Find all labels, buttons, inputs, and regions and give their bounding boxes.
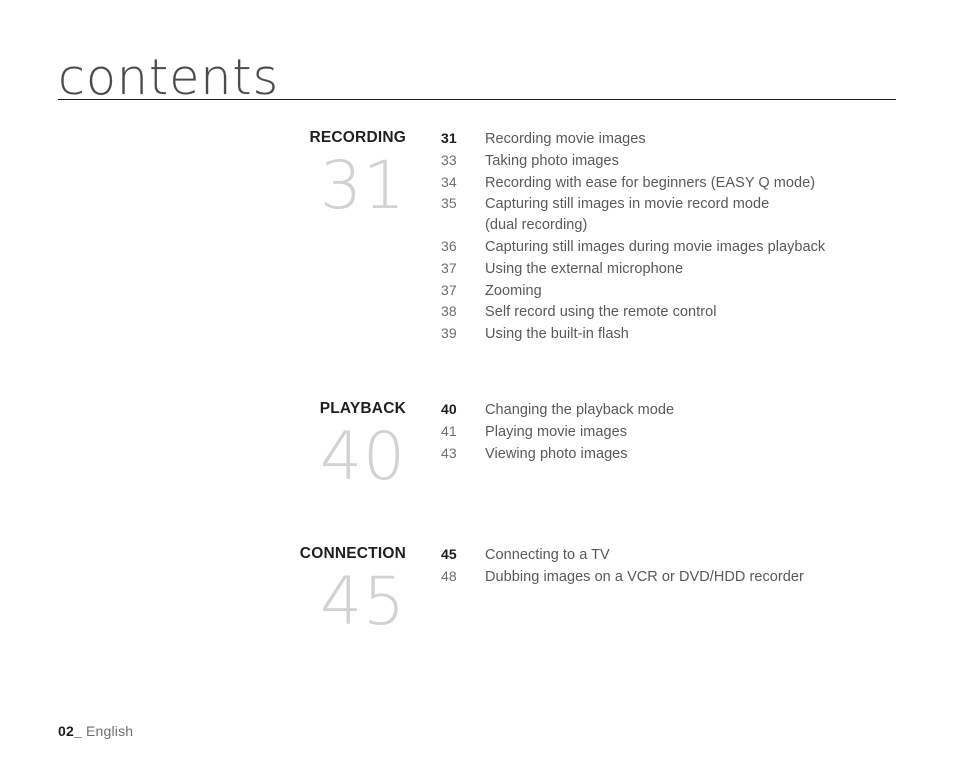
section-header-playback: PLAYBACK 40 [0,399,406,494]
section-header-recording: RECORDING 31 [0,128,406,223]
toc-entry-label: (dual recording) [485,217,588,234]
table-of-contents: RECORDING 31 31 Recording movie images 3… [0,128,954,639]
toc-entry-page: 48 [441,567,457,584]
toc-entry-label: Capturing still images in movie record m… [485,196,770,213]
section-big-page-number: 45 [320,562,406,640]
toc-entry-label: Using the built-in flash [485,326,629,343]
toc-entry-page: 37 [441,259,457,276]
toc-entry-list-playback: 40 Changing the playback mode 41 Playing… [406,399,954,464]
toc-entry-page: 38 [441,303,457,320]
toc-entry-list-recording: 31 Recording movie images 33 Taking phot… [406,128,954,345]
page-footer: 02_ English [58,722,133,740]
footer-page-number: 02_ [58,723,82,739]
toc-entry-continuation: (dual recording) [441,215,954,236]
heading-divider [58,99,896,100]
toc-entry[interactable]: 37 Using the external microphone [441,258,954,280]
toc-entry-label: Zooming [485,282,542,299]
toc-entry-page: 39 [441,325,457,342]
toc-entry-page: 31 [441,130,457,146]
toc-entry-page: 34 [441,173,457,190]
toc-entry[interactable]: 31 Recording movie images [441,128,954,150]
toc-entry-page: 36 [441,237,457,254]
toc-entry[interactable]: 48 Dubbing images on a VCR or DVD/HDD re… [441,566,954,588]
toc-entry[interactable]: 37 Zooming [441,280,954,302]
toc-entry-label: Recording movie images [485,131,646,147]
section-big-page-number: 40 [320,417,406,495]
toc-entry-label: Changing the playback mode [485,401,675,418]
toc-entry-label: Self record using the remote control [485,304,717,321]
section-title: PLAYBACK [319,399,406,417]
section-title: RECORDING [309,129,406,146]
toc-entry-page: 40 [441,400,457,417]
toc-entry-label: Using the external microphone [485,260,684,277]
footer-language-label: English [85,723,134,739]
toc-entry-label: Connecting to a TV [485,546,610,563]
section-header-connection: CONNECTION 45 [0,544,406,639]
toc-entry[interactable]: 41 Playing movie images [441,421,954,443]
toc-entry-label: Capturing still images during movie imag… [485,238,826,255]
toc-section-connection: CONNECTION 45 45 Connecting to a TV 48 D… [0,544,954,639]
toc-entry-label: Taking photo images [485,152,619,169]
toc-entry-page: 33 [441,151,457,168]
section-big-page-number: 31 [320,147,406,224]
toc-entry-page: 37 [441,281,457,298]
toc-entry[interactable]: 33 Taking photo images [441,150,954,172]
toc-entry[interactable]: 39 Using the built-in flash [441,323,954,345]
toc-entry[interactable]: 38 Self record using the remote control [441,301,954,323]
toc-entry[interactable]: 40 Changing the playback mode [441,399,954,421]
toc-entry-label: Viewing photo images [485,445,628,462]
toc-entry[interactable]: 34 Recording with ease for beginners (EA… [441,172,954,194]
toc-entry[interactable]: 35 Capturing still images in movie recor… [441,193,954,215]
toc-entry-page: 43 [441,444,457,461]
page-title: contents [58,49,280,106]
toc-entry-label: Recording with ease for beginners (EASY … [485,174,816,191]
toc-section-playback: PLAYBACK 40 40 Changing the playback mod… [0,399,954,494]
toc-entry[interactable]: 43 Viewing photo images [441,443,954,465]
section-title: CONNECTION [299,544,406,562]
toc-entry-label: Playing movie images [485,423,628,440]
toc-entry[interactable]: 45 Connecting to a TV [441,544,954,566]
toc-entry-page: 35 [441,195,457,212]
toc-entry-label: Dubbing images on a VCR or DVD/HDD recor… [485,568,804,585]
toc-entry-page: 45 [441,545,457,562]
toc-section-recording: RECORDING 31 31 Recording movie images 3… [0,128,954,345]
toc-entry-list-connection: 45 Connecting to a TV 48 Dubbing images … [406,544,954,588]
page-heading: contents [58,53,896,109]
toc-entry[interactable]: 36 Capturing still images during movie i… [441,236,954,258]
toc-entry-page: 41 [441,422,457,439]
